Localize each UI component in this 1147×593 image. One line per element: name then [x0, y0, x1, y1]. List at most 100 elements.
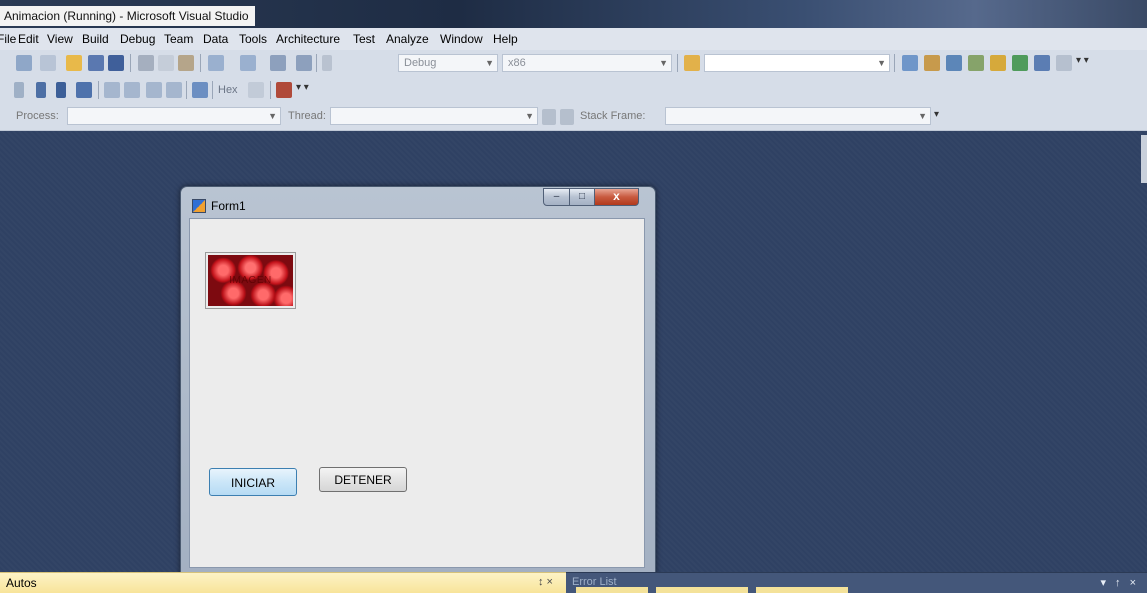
process-combo[interactable]: ▼ — [67, 107, 281, 125]
paste-icon[interactable] — [178, 55, 194, 71]
output-window-icon[interactable] — [276, 82, 292, 98]
minimize-button[interactable]: – — [543, 188, 570, 206]
debug-toolbar: Hex ▾ ▾ — [0, 76, 1147, 104]
break-all-icon[interactable] — [36, 82, 46, 98]
chevron-down-icon: ▼ — [659, 58, 668, 68]
restart-icon[interactable] — [76, 82, 92, 98]
continue-icon[interactable] — [14, 82, 24, 98]
show-next-statement-icon[interactable] — [104, 82, 120, 98]
toolbar-separator — [212, 81, 213, 99]
command-window-icon[interactable] — [1056, 55, 1072, 71]
toolbar-separator — [200, 54, 201, 72]
menu-view[interactable]: View — [47, 31, 73, 47]
start-page-icon[interactable] — [1012, 55, 1028, 71]
solution-explorer-icon[interactable] — [902, 55, 918, 71]
menu-data[interactable]: Data — [203, 31, 228, 47]
menu-architecture[interactable]: Architecture — [276, 31, 340, 47]
add-item-icon[interactable] — [40, 55, 56, 71]
menu-window[interactable]: Window — [440, 31, 483, 47]
class-view-icon[interactable] — [1034, 55, 1050, 71]
toolbar-options-icon[interactable]: ▾ ▾ — [1076, 55, 1096, 71]
close-button[interactable]: x — [594, 188, 639, 206]
form1-window[interactable]: Form1 – □ x IMAGEN INICIAR DETENER — [180, 186, 656, 579]
redo-icon[interactable] — [240, 55, 256, 71]
pin-icon[interactable]: ↕ × — [538, 576, 553, 588]
autos-panel-header[interactable]: Autos ↕ × — [0, 572, 566, 593]
window-title: Animacion (Running) - Microsoft Visual S… — [0, 6, 255, 26]
stop-debugging-icon[interactable] — [56, 82, 66, 98]
solution-configuration-combo[interactable]: Debug ▼ — [398, 54, 498, 72]
error-list-panel-header[interactable]: Error List ▾ ↑ × — [566, 572, 1147, 593]
menu-build[interactable]: Build — [82, 31, 109, 47]
toolbar-separator — [186, 81, 187, 99]
autos-label: Autos — [6, 576, 37, 590]
menu-bar: File Edit View Build Debug Team Data Too… — [0, 28, 1147, 51]
title-bar: Animacion (Running) - Microsoft Visual S… — [0, 0, 1147, 28]
form-app-icon — [192, 199, 206, 213]
flag-all-threads-icon[interactable] — [560, 109, 574, 125]
solution-platform-combo[interactable]: x86 ▼ — [502, 54, 672, 72]
toolbar-options-icon[interactable]: ▾ — [934, 109, 944, 125]
menu-test[interactable]: Test — [353, 31, 375, 47]
flag-thread-icon[interactable] — [542, 109, 556, 125]
step-out-icon[interactable] — [166, 82, 182, 98]
find-combo[interactable]: ▼ — [704, 54, 890, 72]
copy-icon[interactable] — [158, 55, 174, 71]
toolbar-separator — [316, 54, 317, 72]
chevron-down-icon: ▼ — [485, 58, 494, 68]
quick-watch-icon[interactable] — [192, 82, 208, 98]
chevron-down-icon: ▼ — [877, 58, 886, 68]
navigate-forward-icon[interactable] — [296, 55, 312, 71]
save-icon[interactable] — [88, 55, 104, 71]
workspace-scrollbar[interactable] — [1141, 135, 1147, 183]
picture-caption: IMAGEN — [229, 275, 272, 286]
maximize-button[interactable]: □ — [569, 188, 595, 206]
strawberry-image: IMAGEN — [208, 255, 293, 306]
step-over-icon[interactable] — [146, 82, 162, 98]
panel-controls-icon[interactable]: ▾ ↑ × — [1100, 576, 1139, 589]
toolbar-separator — [270, 81, 271, 99]
find-in-files-icon[interactable] — [684, 55, 700, 71]
toolbar-separator — [98, 81, 99, 99]
undo-icon[interactable] — [208, 55, 224, 71]
menu-analyze[interactable]: Analyze — [386, 31, 429, 47]
platform-value: x86 — [508, 57, 526, 69]
menu-edit[interactable]: Edit — [18, 31, 39, 47]
start-debug-icon[interactable] — [322, 55, 332, 71]
menu-file[interactable]: File — [0, 31, 16, 47]
toolbar-separator — [894, 54, 895, 72]
picture-box: IMAGEN — [205, 252, 296, 309]
toolbar-options-icon[interactable]: ▾ ▾ — [296, 82, 312, 98]
menu-debug[interactable]: Debug — [120, 31, 155, 47]
extension-manager-icon[interactable] — [990, 55, 1006, 71]
navigate-backward-icon[interactable] — [270, 55, 286, 71]
chevron-down-icon: ▼ — [268, 111, 277, 121]
properties-icon[interactable] — [924, 55, 940, 71]
standard-toolbar: Debug ▼ x86 ▼ ▼ ▾ ▾ — [0, 50, 1147, 76]
open-file-icon[interactable] — [66, 55, 82, 71]
toolbox-icon[interactable] — [968, 55, 984, 71]
stack-frame-label: Stack Frame: — [580, 110, 646, 122]
toolbar-separator — [677, 54, 678, 72]
new-project-icon[interactable] — [16, 55, 32, 71]
stack-frame-combo[interactable]: ▼ — [665, 107, 931, 125]
menu-team[interactable]: Team — [164, 31, 193, 47]
process-label: Process: — [16, 110, 59, 122]
warnings-tab[interactable] — [656, 587, 748, 593]
chevron-down-icon: ▼ — [918, 111, 927, 121]
errors-tab[interactable] — [576, 587, 648, 593]
hex-toggle[interactable]: Hex — [218, 81, 238, 99]
object-browser-icon[interactable] — [946, 55, 962, 71]
messages-tab[interactable] — [756, 587, 848, 593]
cut-icon[interactable] — [138, 55, 154, 71]
form1-client-area: IMAGEN INICIAR DETENER — [189, 218, 645, 568]
menu-help[interactable]: Help — [493, 31, 518, 47]
breakpoint-window-icon[interactable] — [248, 82, 264, 98]
save-all-icon[interactable] — [108, 55, 124, 71]
thread-combo[interactable]: ▼ — [330, 107, 538, 125]
step-into-icon[interactable] — [124, 82, 140, 98]
toolbar-separator — [130, 54, 131, 72]
iniciar-button[interactable]: INICIAR — [209, 468, 297, 496]
menu-tools[interactable]: Tools — [239, 31, 267, 47]
detener-button[interactable]: DETENER — [319, 467, 407, 492]
